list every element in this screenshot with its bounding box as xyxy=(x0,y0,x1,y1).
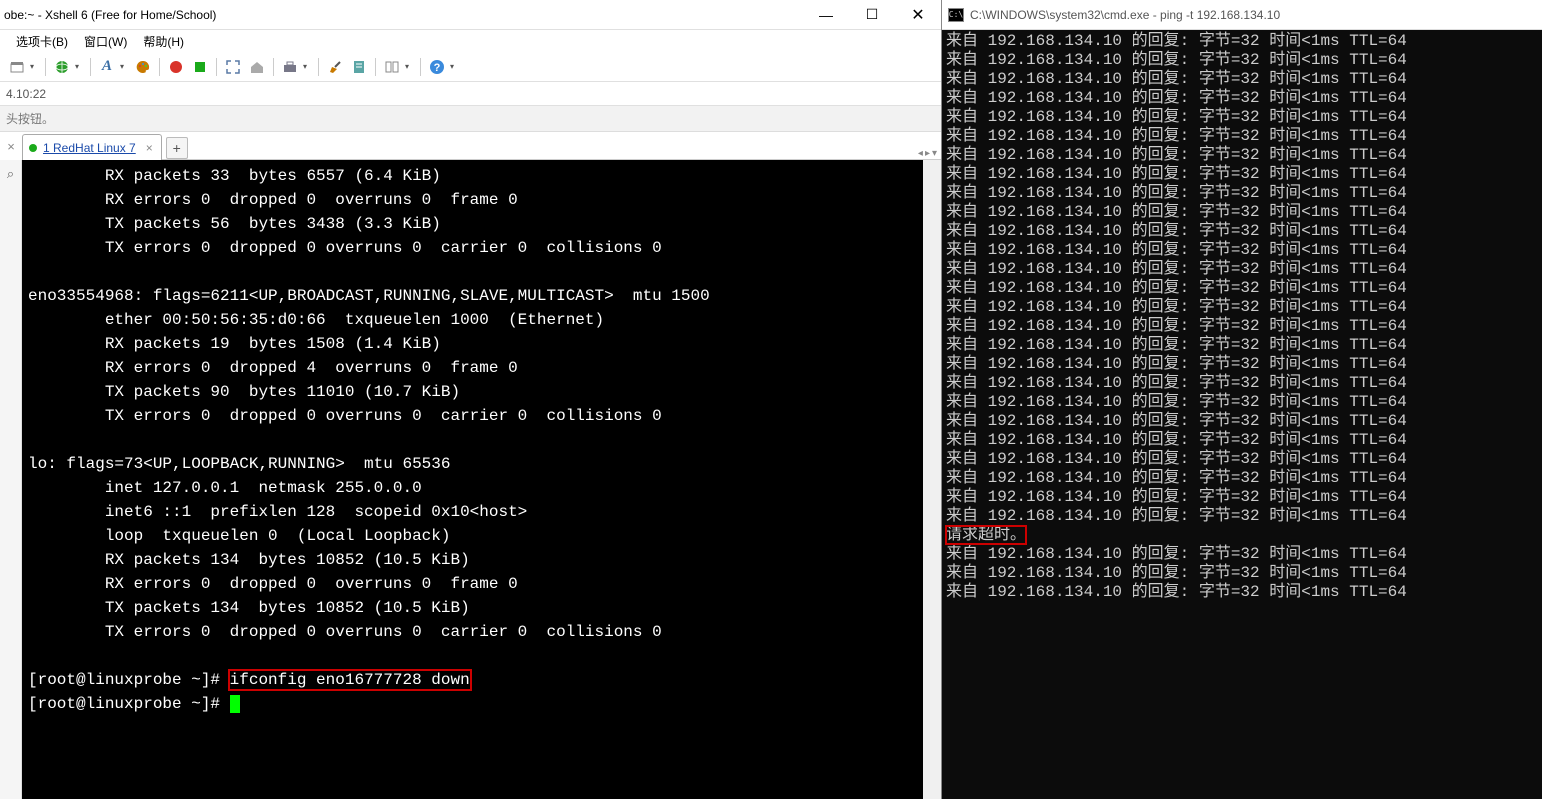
toolbar-dd-3[interactable]: ▾ xyxy=(120,62,128,71)
xshell-body: ⌕ RX packets 33 bytes 6557 (6.4 KiB) RX … xyxy=(0,160,941,799)
menu-window[interactable]: 窗口(W) xyxy=(78,31,133,52)
toolbar-dd-6[interactable]: ▾ xyxy=(450,62,458,71)
cmd-terminal[interactable]: 来自 192.168.134.10 的回复: 字节=32 时间<1ms TTL=… xyxy=(942,30,1542,799)
search-icon[interactable]: ⌕ xyxy=(3,166,19,182)
xshell-window: obe:~ - Xshell 6 (Free for Home/School) … xyxy=(0,0,942,799)
toolbar-dd-2[interactable]: ▾ xyxy=(75,62,83,71)
xshell-titlebar: obe:~ - Xshell 6 (Free for Home/School) … xyxy=(0,0,941,30)
address-text: 4.10:22 xyxy=(6,87,46,101)
toolbar-dd-1[interactable]: ▾ xyxy=(30,62,38,71)
toolbar-dd-5[interactable]: ▾ xyxy=(405,62,413,71)
xshell-sidebar: ⌕ xyxy=(0,160,22,799)
cmd-window: C:\ C:\WINDOWS\system32\cmd.exe - ping -… xyxy=(942,0,1542,799)
palette-icon[interactable] xyxy=(132,56,154,78)
tab-panel-close[interactable]: × xyxy=(0,132,22,160)
fullscreen-icon[interactable] xyxy=(222,56,244,78)
xshell-title: obe:~ - Xshell 6 (Free for Home/School) xyxy=(0,8,803,22)
terminal-scrollbar[interactable] xyxy=(923,160,941,799)
home-icon[interactable] xyxy=(246,56,268,78)
record-icon[interactable] xyxy=(165,56,187,78)
font-icon[interactable]: A xyxy=(96,56,118,78)
status-dot-icon xyxy=(29,144,37,152)
tab-nav[interactable]: ◂▸▾ xyxy=(918,148,941,159)
menu-tab[interactable]: 选项卡(B) xyxy=(10,31,74,52)
session-tab[interactable]: 1 RedHat Linux 7 × xyxy=(22,134,162,160)
cmd-titlebar: C:\ C:\WINDOWS\system32\cmd.exe - ping -… xyxy=(942,0,1542,30)
notes-icon[interactable] xyxy=(348,56,370,78)
help-icon[interactable]: ? xyxy=(426,56,448,78)
minimize-button[interactable]: — xyxy=(803,0,849,30)
globe-icon[interactable] xyxy=(51,56,73,78)
split-icon[interactable] xyxy=(381,56,403,78)
toolbar-dd-4[interactable]: ▾ xyxy=(303,62,311,71)
hint-bar: 头按钮。 xyxy=(0,106,941,132)
xshell-menubar: 选项卡(B) 窗口(W) 帮助(H) xyxy=(0,30,941,52)
svg-text:?: ? xyxy=(434,62,441,74)
add-tab-button[interactable]: + xyxy=(166,137,188,159)
cmd-icon: C:\ xyxy=(948,8,964,22)
close-button[interactable]: ✕ xyxy=(895,0,941,30)
brush-icon[interactable] xyxy=(324,56,346,78)
toolbar-btn-1[interactable] xyxy=(6,56,28,78)
tab-row: × 1 RedHat Linux 7 × + ◂▸▾ xyxy=(0,132,941,160)
toolbox-icon[interactable] xyxy=(279,56,301,78)
terminal[interactable]: RX packets 33 bytes 6557 (6.4 KiB) RX er… xyxy=(22,160,923,799)
cmd-title: C:\WINDOWS\system32\cmd.exe - ping -t 19… xyxy=(970,8,1280,22)
tab-close-icon[interactable]: × xyxy=(146,141,153,155)
address-bar[interactable]: 4.10:22 xyxy=(0,82,941,106)
stop-icon[interactable] xyxy=(189,56,211,78)
menu-help[interactable]: 帮助(H) xyxy=(137,31,190,52)
xshell-toolbar: ▾ ▾ A ▾ ▾ ▾ ? ▾ xyxy=(0,52,941,82)
tab-label: 1 RedHat Linux 7 xyxy=(43,141,136,155)
maximize-button[interactable]: ☐ xyxy=(849,0,895,30)
